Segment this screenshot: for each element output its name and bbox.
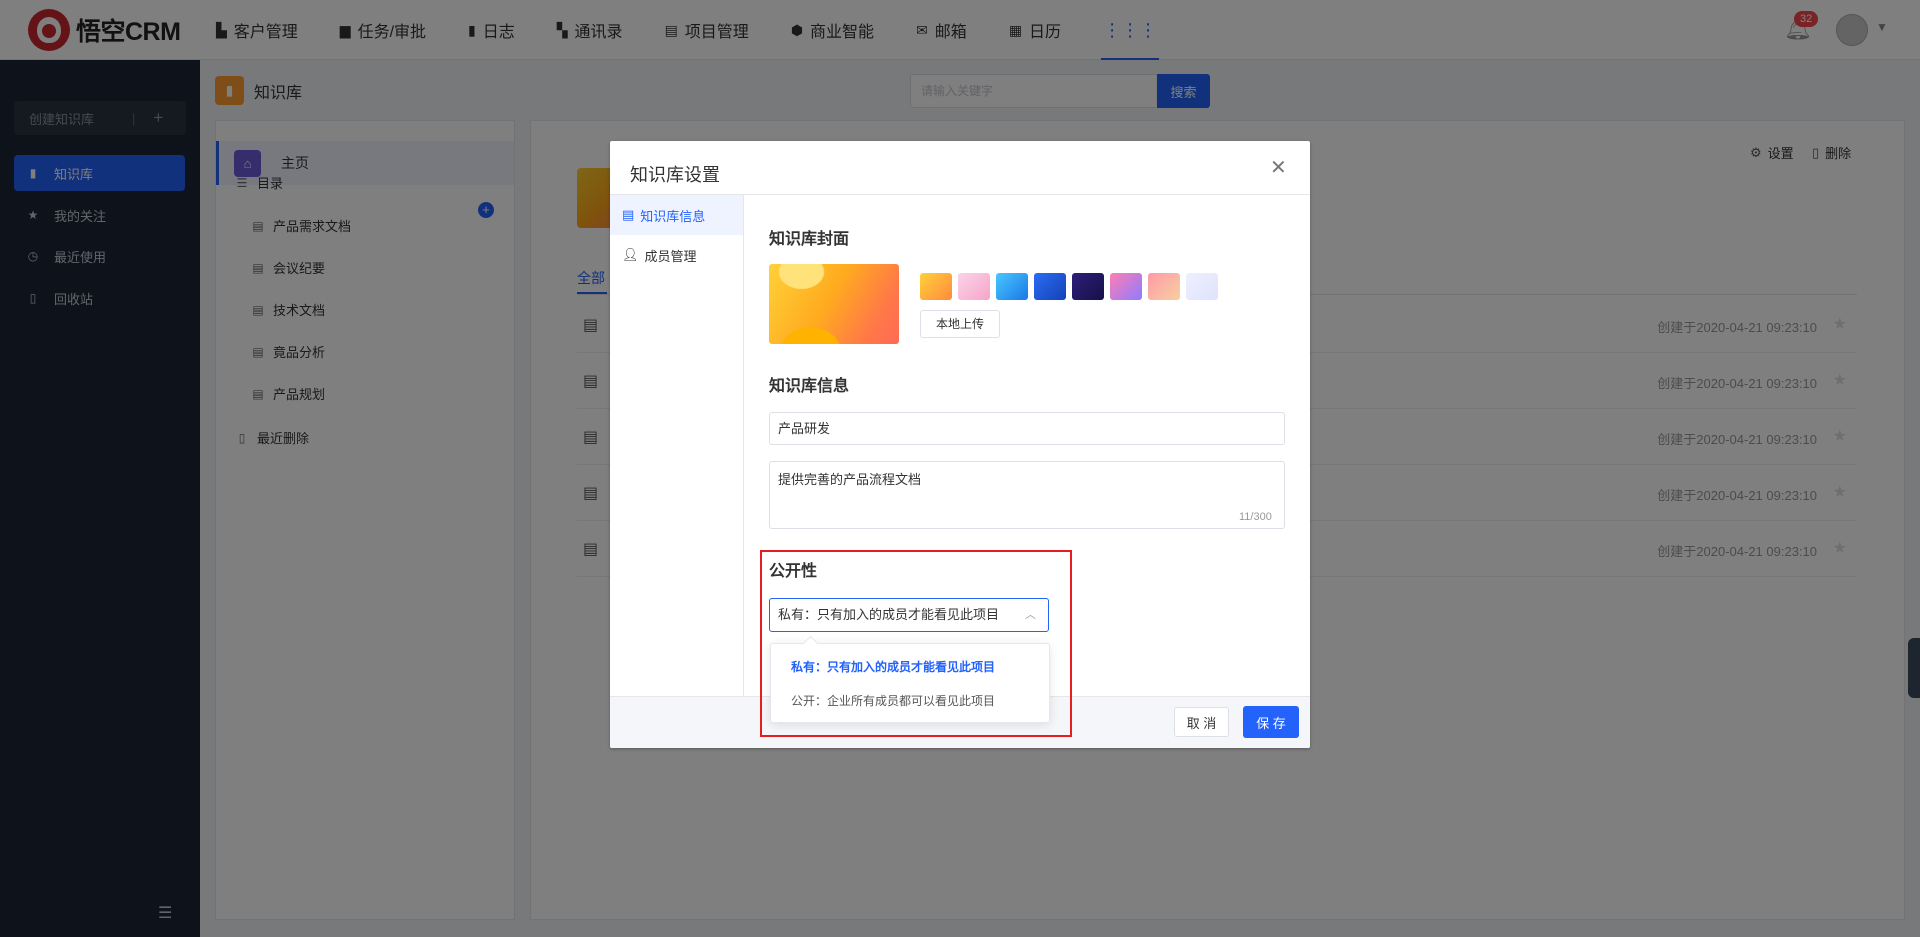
info-list-icon: ▤ — [622, 207, 635, 222]
name-field[interactable]: 产品研发 — [769, 412, 1285, 445]
dialog-title: 知识库设置 — [630, 165, 720, 185]
cover-preview — [769, 264, 899, 344]
tab-label: 成员管理 — [644, 248, 697, 264]
tab-kb-info[interactable]: ▤ 知识库信息 — [610, 195, 743, 235]
user-icon: 👤︎ — [622, 247, 639, 262]
save-button[interactable]: 保 存 — [1243, 706, 1299, 738]
cover-option[interactable] — [1186, 273, 1218, 300]
cover-option[interactable] — [1148, 273, 1180, 300]
char-count: 11/300 — [1239, 511, 1272, 523]
info-section-title: 知识库信息 — [769, 378, 850, 395]
description-field[interactable]: 提供完善的产品流程文档 — [769, 461, 1285, 529]
cover-option[interactable] — [920, 273, 952, 300]
cover-option[interactable] — [1072, 273, 1104, 300]
cancel-button[interactable]: 取 消 — [1174, 707, 1229, 737]
cover-option[interactable] — [996, 273, 1028, 300]
local-upload-button[interactable]: 本地上传 — [920, 310, 1000, 338]
tab-members[interactable]: 👤︎ 成员管理 — [610, 235, 743, 275]
cover-option[interactable] — [958, 273, 990, 300]
dialog-header: 知识库设置 ✕ — [610, 141, 1310, 195]
cover-option[interactable] — [1110, 273, 1142, 300]
close-icon[interactable]: ✕ — [1270, 158, 1287, 178]
highlight-box — [760, 550, 1072, 737]
cover-option[interactable] — [1034, 273, 1066, 300]
dialog-nav: ▤ 知识库信息 👤︎ 成员管理 — [610, 195, 744, 696]
tab-label: 知识库信息 — [640, 208, 706, 224]
cover-section-title: 知识库封面 — [769, 231, 850, 248]
